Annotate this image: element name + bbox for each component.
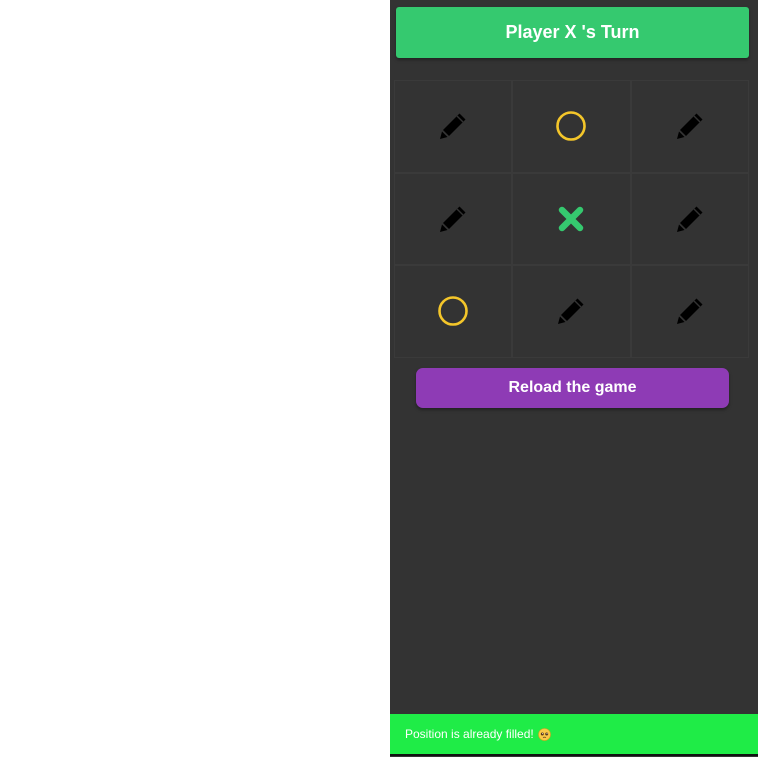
toast-notification: Position is already filled!	[390, 714, 758, 756]
turn-text: Player X 's Turn	[505, 22, 640, 42]
board-cell[interactable]	[512, 172, 631, 266]
board-cell[interactable]	[512, 265, 631, 358]
pencil-icon	[674, 295, 706, 327]
turn-banner: Player X 's Turn	[396, 7, 749, 58]
board-cell[interactable]	[630, 80, 749, 173]
blank-area	[0, 0, 390, 757]
board-cell[interactable]	[394, 265, 513, 358]
pencil-icon	[674, 203, 706, 235]
pencil-icon	[674, 110, 706, 142]
circle-o-icon	[436, 294, 470, 328]
reload-label: Reload the game	[508, 379, 637, 396]
pleading-face-emoji	[537, 727, 551, 741]
board-cell[interactable]	[394, 172, 513, 266]
board-cell[interactable]	[630, 265, 749, 358]
game-board	[394, 80, 749, 358]
toast-message: Position is already filled!	[405, 727, 534, 741]
reload-button[interactable]: Reload the game	[416, 368, 729, 408]
tic-tac-toe-app: Player X 's Turn Reload the game Positio…	[390, 0, 758, 757]
board-cell[interactable]	[512, 80, 631, 173]
pencil-icon	[555, 295, 587, 327]
board-cell[interactable]	[394, 80, 513, 173]
cross-x-icon	[557, 205, 585, 233]
circle-o-icon	[554, 109, 588, 143]
board-cell[interactable]	[630, 172, 749, 266]
pencil-icon	[437, 203, 469, 235]
pencil-icon	[437, 110, 469, 142]
